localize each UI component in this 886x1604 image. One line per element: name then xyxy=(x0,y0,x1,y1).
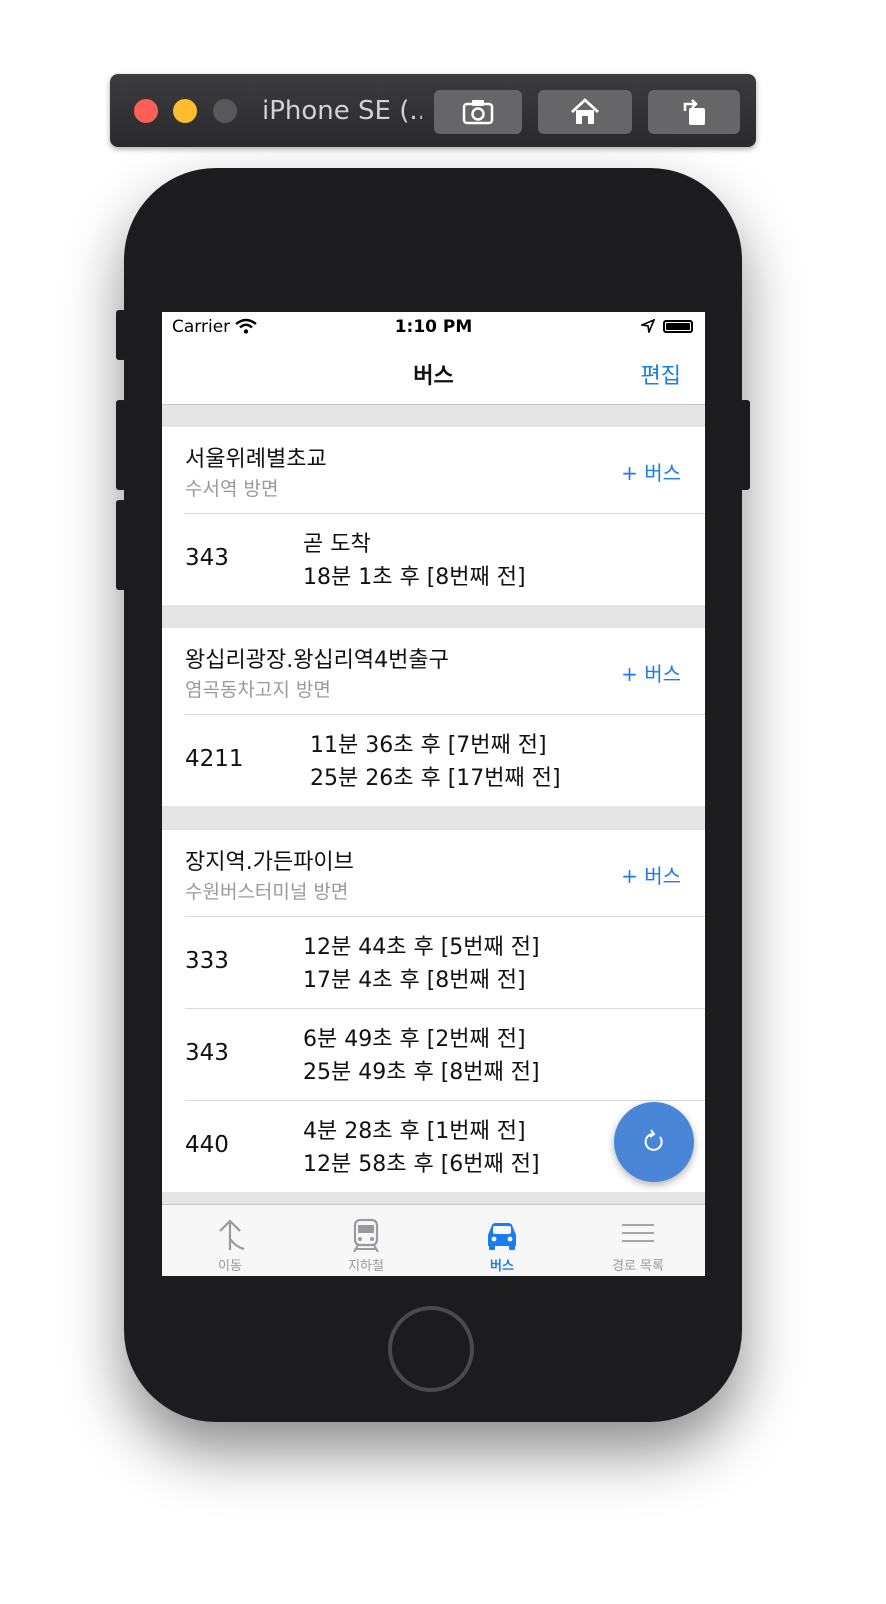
volume-down-button xyxy=(116,500,126,590)
stop-direction: 염곡동차고지 방면 xyxy=(185,679,331,701)
route-number: 343 xyxy=(185,1040,229,1066)
arrival-second: 17분 4초 후 [8번째 전] xyxy=(303,968,526,993)
refresh-button[interactable] xyxy=(614,1102,694,1182)
stop-header: 장지역.가든파이브 수원버스터미널 방면 + 버스 xyxy=(185,830,705,917)
home-button-sim[interactable] xyxy=(538,90,632,134)
tab-subway[interactable]: 지하철 xyxy=(298,1205,434,1276)
list-icon xyxy=(622,1224,654,1242)
arrival-second: 25분 49초 후 [8번째 전] xyxy=(303,1060,540,1085)
bus-row[interactable]: 4211 11분 36초 후 [7번째 전] 25분 26초 후 [17번째 전… xyxy=(185,715,705,806)
battery-icon xyxy=(663,320,693,333)
stop-direction: 수서역 방면 xyxy=(185,478,279,500)
device-home-button[interactable] xyxy=(388,1306,474,1392)
stop-direction: 수원버스터미널 방면 xyxy=(185,881,349,903)
power-button xyxy=(740,400,750,490)
route-number: 343 xyxy=(185,545,229,571)
tab-label: 버스 xyxy=(490,1259,514,1274)
stop-header: 왕십리광장.왕십리역4번출구 염곡동차고지 방면 + 버스 xyxy=(185,628,705,715)
stop-section: 서울위례별초교 수서역 방면 + 버스 343 곧 도착 18분 1초 후 [8… xyxy=(162,427,705,605)
tab-label: 지하철 xyxy=(348,1259,384,1274)
status-bar: Carrier 1:10 PM xyxy=(162,312,705,342)
route-number: 440 xyxy=(185,1132,229,1158)
route-number: 4211 xyxy=(185,746,244,772)
navigation-bar: 버스 편집 xyxy=(162,342,705,405)
stop-name: 서울위례별초교 xyxy=(185,447,327,472)
arrival-info: 4분 28초 후 [1번째 전] 12분 58초 후 [6번째 전] xyxy=(303,1115,540,1181)
arrival-first: 11분 36초 후 [7번째 전] xyxy=(310,733,547,758)
arrival-info: 6분 49초 후 [2번째 전] 25분 49초 후 [8번째 전] xyxy=(303,1023,540,1089)
tab-bus[interactable]: 버스 xyxy=(434,1205,570,1276)
minimize-window-button[interactable] xyxy=(173,99,197,123)
simulator-title: iPhone SE (... xyxy=(262,96,422,126)
arrival-first: 4분 28초 후 [1번째 전] xyxy=(303,1119,526,1144)
move-icon xyxy=(219,1219,245,1251)
stop-name: 장지역.가든파이브 xyxy=(185,850,354,875)
camera-icon xyxy=(462,100,494,125)
refresh-icon xyxy=(644,1129,663,1151)
screen: Carrier 1:10 PM 버스 편집 서울위례별초교 수서역 방면 + 버… xyxy=(162,312,705,1276)
tab-label: 이동 xyxy=(218,1259,242,1274)
route-number: 333 xyxy=(185,948,229,974)
tab-label: 경로 목록 xyxy=(612,1259,664,1274)
status-time: 1:10 PM xyxy=(394,317,473,337)
home-icon xyxy=(571,98,599,124)
close-window-button[interactable] xyxy=(134,99,158,123)
arrival-second: 25분 26초 후 [17번째 전] xyxy=(310,766,561,791)
arrival-first: 12분 44초 후 [5번째 전] xyxy=(303,935,540,960)
page-title: 버스 xyxy=(413,364,454,389)
stop-name: 왕십리광장.왕십리역4번출구 xyxy=(185,648,449,673)
bus-icon xyxy=(488,1223,516,1250)
screenshot-button[interactable] xyxy=(434,90,522,134)
arrival-info: 12분 44초 후 [5번째 전] 17분 4초 후 [8번째 전] xyxy=(303,931,540,997)
arrival-second: 18분 1초 후 [8번째 전] xyxy=(303,565,526,590)
add-bus-button[interactable]: + 버스 xyxy=(621,658,681,687)
stop-section: 왕십리광장.왕십리역4번출구 염곡동차고지 방면 + 버스 4211 11분 3… xyxy=(162,628,705,806)
edit-button[interactable]: 편집 xyxy=(641,358,681,390)
tab-move[interactable]: 이동 xyxy=(162,1205,298,1276)
location-icon xyxy=(641,319,655,333)
tab-route-list[interactable]: 경로 목록 xyxy=(570,1205,705,1276)
arrival-first: 6분 49초 후 [2번째 전] xyxy=(303,1027,526,1052)
zoom-window-button[interactable] xyxy=(213,99,237,123)
add-bus-button[interactable]: + 버스 xyxy=(621,457,681,486)
add-bus-button[interactable]: + 버스 xyxy=(621,860,681,889)
rotate-button[interactable] xyxy=(648,90,740,134)
arrival-info: 11분 36초 후 [7번째 전] 25분 26초 후 [17번째 전] xyxy=(310,729,561,795)
arrival-first: 곧 도착 xyxy=(303,532,371,557)
volume-up-button xyxy=(116,400,126,490)
tab-bar: 이동 지하철 버스 경로 목록 xyxy=(162,1204,705,1276)
stop-header: 서울위례별초교 수서역 방면 + 버스 xyxy=(185,427,705,514)
bus-row[interactable]: 343 곧 도착 18분 1초 후 [8번째 전] xyxy=(185,514,705,605)
mute-switch xyxy=(116,310,126,360)
bus-row[interactable]: 333 12분 44초 후 [5번째 전] 17분 4초 후 [8번째 전] xyxy=(185,917,705,1009)
arrival-info: 곧 도착 18분 1초 후 [8번째 전] xyxy=(303,528,526,594)
bus-row[interactable]: 343 6분 49초 후 [2번째 전] 25분 49초 후 [8번째 전] xyxy=(185,1009,705,1101)
rotate-icon xyxy=(683,99,705,125)
arrival-second: 12분 58초 후 [6번째 전] xyxy=(303,1152,540,1177)
subway-icon xyxy=(353,1218,379,1253)
